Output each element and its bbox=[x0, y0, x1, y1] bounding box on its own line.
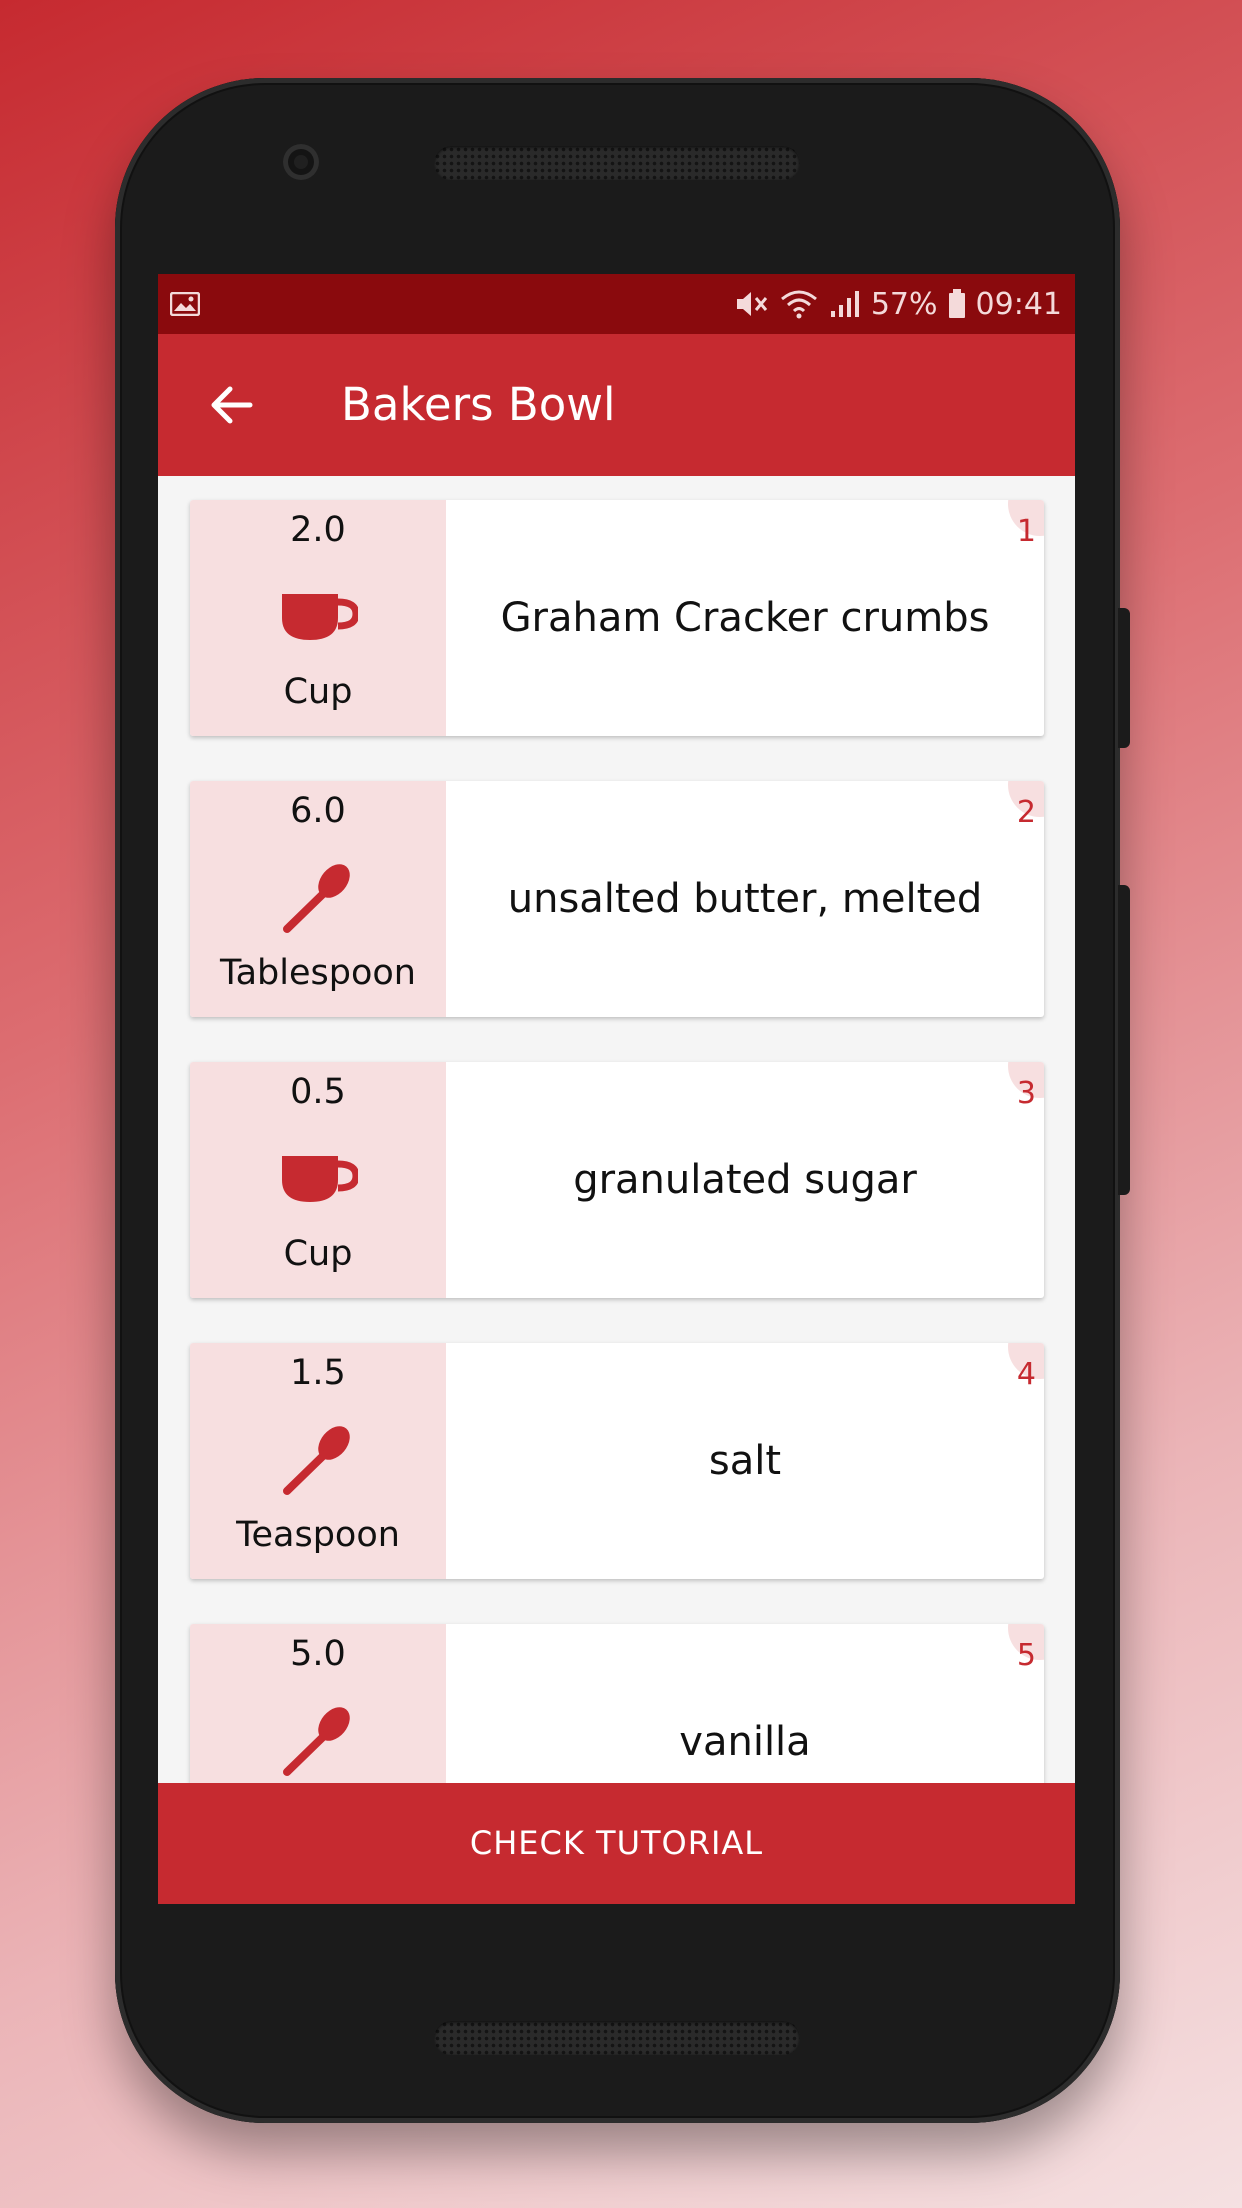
ingredient-card[interactable]: 2.0 Cup 1 Graham Cracker crumbs bbox=[190, 500, 1044, 736]
quantity: 0.5 bbox=[290, 1072, 346, 1112]
signal-icon bbox=[830, 291, 859, 317]
index-number: 2 bbox=[1016, 795, 1036, 830]
unit-label: Cup bbox=[283, 1234, 353, 1274]
ingredient-detail: 3 granulated sugar bbox=[446, 1062, 1044, 1298]
battery-percent: 57% bbox=[870, 286, 938, 322]
index-number: 1 bbox=[1016, 514, 1036, 549]
ingredient-name: unsalted butter, melted bbox=[507, 876, 983, 922]
bottom-speaker bbox=[434, 2021, 800, 2055]
unit-label: Cup bbox=[283, 672, 353, 712]
clock: 09:41 bbox=[975, 286, 1062, 322]
spoon-icon bbox=[278, 1421, 358, 1497]
index-number: 4 bbox=[1016, 1357, 1036, 1392]
spoon-icon bbox=[278, 859, 358, 935]
ingredient-list[interactable]: 2.0 Cup 1 Graham Cracker crumbs 6.0 Tablesp… bbox=[158, 476, 1075, 1904]
unit-label: Tablespoon bbox=[220, 953, 416, 993]
spoon-icon bbox=[278, 1702, 358, 1778]
measurement-panel: 6.0 Tablespoon bbox=[190, 781, 446, 1017]
front-camera bbox=[283, 144, 319, 180]
cup-icon bbox=[278, 1140, 360, 1216]
wifi-icon bbox=[780, 290, 817, 319]
ingredient-name: granulated sugar bbox=[573, 1157, 917, 1203]
power-button bbox=[1118, 608, 1130, 748]
quantity: 6.0 bbox=[290, 791, 346, 831]
ingredient-name: Graham Cracker crumbs bbox=[500, 595, 990, 641]
ingredient-card[interactable]: 0.5 Cup 3 granulated sugar bbox=[190, 1062, 1044, 1298]
app-screen: 57% 09:41 Bakers Bowl 2.0 Cup 1 Graham Cra… bbox=[158, 274, 1075, 1904]
index-number: 3 bbox=[1016, 1076, 1036, 1111]
top-speaker bbox=[434, 146, 800, 180]
ingredient-detail: 2 unsalted butter, melted bbox=[446, 781, 1044, 1017]
cup-icon bbox=[278, 578, 360, 654]
ingredient-detail: 4 salt bbox=[446, 1343, 1044, 1579]
back-arrow-icon[interactable] bbox=[208, 382, 254, 428]
page-title: Bakers Bowl bbox=[341, 378, 616, 431]
status-bar: 57% 09:41 bbox=[158, 274, 1075, 334]
quantity: 2.0 bbox=[290, 510, 346, 550]
check-tutorial-button[interactable]: CHECK TUTORIAL bbox=[158, 1783, 1075, 1904]
ingredient-card[interactable]: 6.0 Tablespoon 2 unsalted butter, melted bbox=[190, 781, 1044, 1017]
measurement-panel: 0.5 Cup bbox=[190, 1062, 446, 1298]
unit-label: Teaspoon bbox=[236, 1515, 400, 1555]
volume-button bbox=[1118, 885, 1130, 1195]
image-notification-icon bbox=[170, 292, 200, 316]
ingredient-name: vanilla bbox=[679, 1719, 811, 1765]
mute-icon bbox=[736, 292, 767, 316]
ingredient-card[interactable]: 1.5 Teaspoon 4 salt bbox=[190, 1343, 1044, 1579]
measurement-panel: 2.0 Cup bbox=[190, 500, 446, 736]
app-bar: Bakers Bowl bbox=[158, 334, 1075, 476]
quantity: 1.5 bbox=[290, 1353, 346, 1393]
measurement-panel: 1.5 Teaspoon bbox=[190, 1343, 446, 1579]
battery-icon bbox=[948, 289, 965, 318]
quantity: 5.0 bbox=[290, 1634, 346, 1674]
index-number: 5 bbox=[1016, 1638, 1036, 1673]
status-indicators: 57% 09:41 bbox=[735, 274, 1062, 334]
ingredient-detail: 1 Graham Cracker crumbs bbox=[446, 500, 1044, 736]
ingredient-name: salt bbox=[708, 1438, 782, 1484]
